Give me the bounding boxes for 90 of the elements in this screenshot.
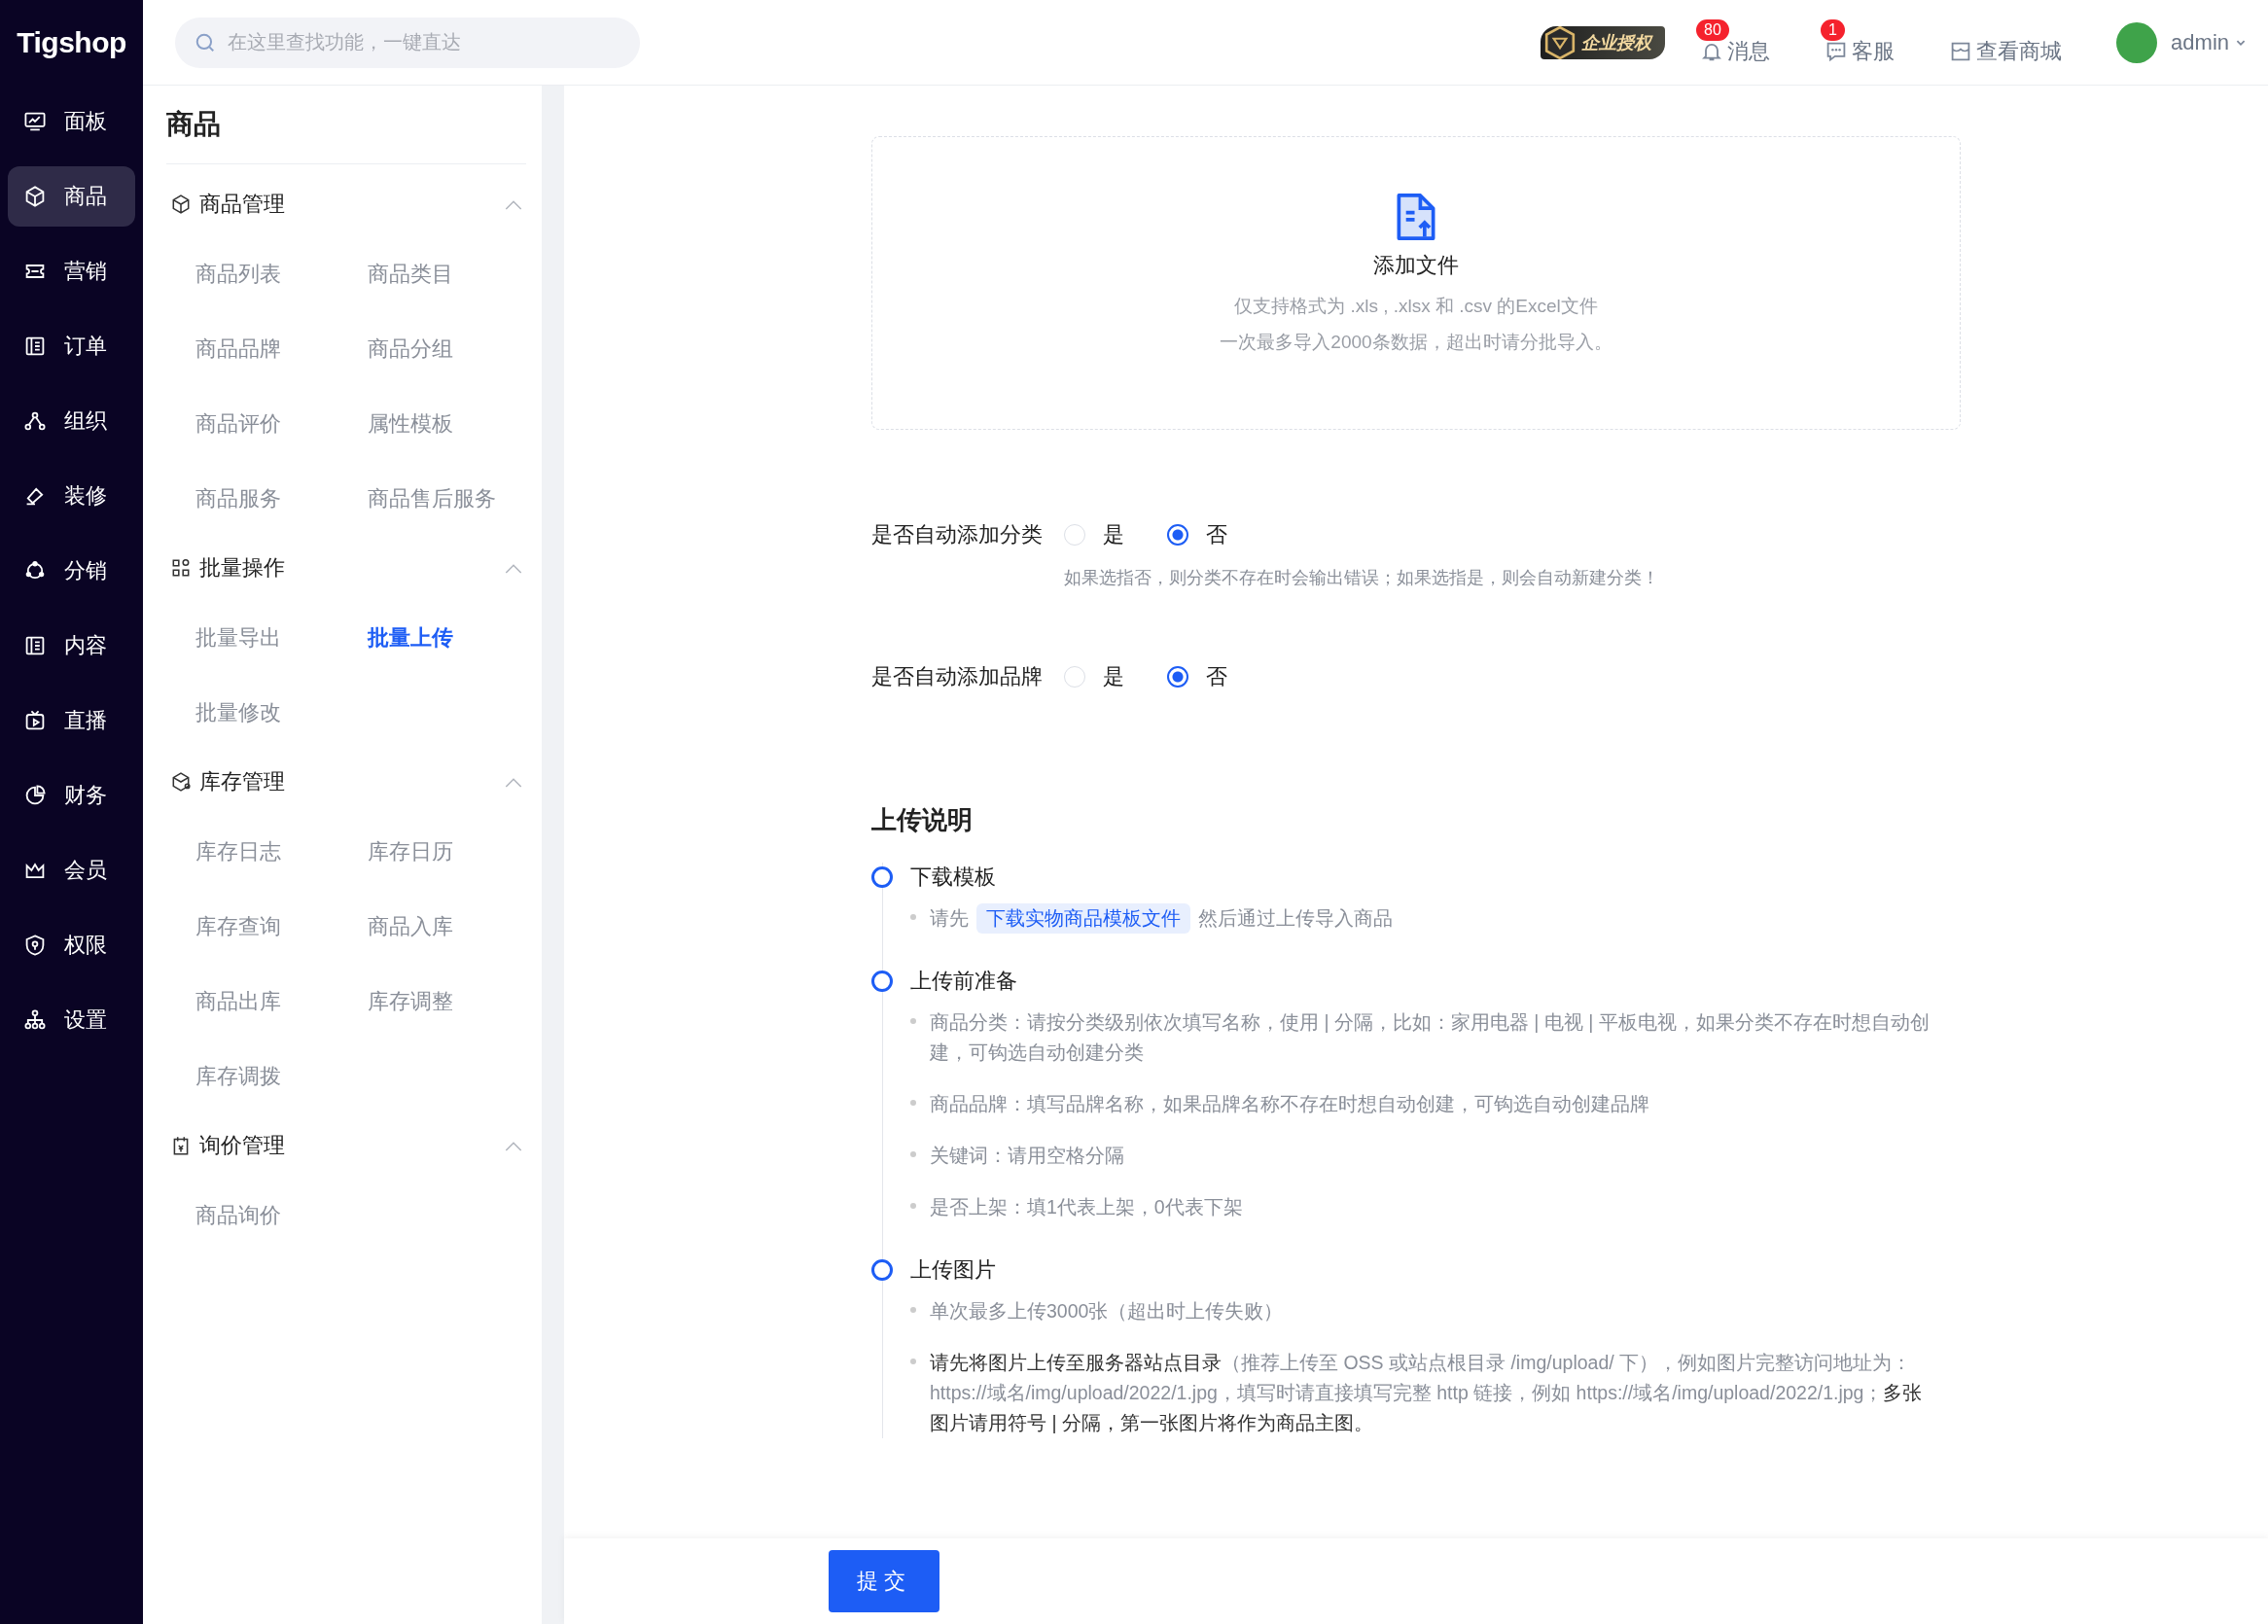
box-icon <box>23 185 47 208</box>
menu-item[interactable]: 批量修改 <box>195 675 368 750</box>
logo-text: Tigshop <box>17 25 126 59</box>
menu-item[interactable]: 批量上传 <box>368 600 526 675</box>
bullet-text: 请先将图片上传至服务器站点目录（推荐上传至 OSS 或站点根目录 /img/upload/ 下），例如图片完整访问地址为：https://域名/img/upload/2022/1.jpg，填写时请直接填写完整 http 链接，例如 https://域名/img/upload/2022/1.jpg；多张图片请用符号 | 分隔，第一张图片将作为商品主图。 <box>930 1351 1924 1435</box>
menu-item[interactable]: 属性模板 <box>368 386 526 461</box>
step-title: 上传图片 <box>910 1256 996 1284</box>
doc-icon <box>23 634 47 657</box>
bullet-text: 商品分类：请按分类级别依次填写名称，使用 | 分隔，比如：家用电器 | 电视 | 平板电视，如果分类不存在时想自动创建，可钩选自动创建分类 <box>930 1010 1931 1065</box>
menu-item[interactable]: 商品评价 <box>195 386 368 461</box>
nav-item[interactable]: 面板 <box>8 91 135 152</box>
file-drop-zone[interactable]: 添加文件 仅支持格式为 .xls , .xlsx 和 .csv 的Excel文件 一次最多导入2000条数据，超出时请分批导入。 <box>871 136 1961 430</box>
menu-group-header[interactable]: 库存管理 <box>166 750 526 814</box>
bullet-dot-icon <box>910 1018 916 1024</box>
bullet-dot-icon <box>910 1359 916 1364</box>
license-badge[interactable]: 企业授权 <box>1541 25 1666 59</box>
menu-item[interactable]: 批量导出 <box>195 600 368 675</box>
bullet-text: 然后通过上传导入商品 <box>1198 906 1393 931</box>
field-label: 是否自动添加分类 <box>871 521 1044 548</box>
tree-icon <box>23 1008 47 1032</box>
upload-hint: 仅支持格式为 .xls , .xlsx 和 .csv 的Excel文件 <box>1234 295 1598 318</box>
section-title: 上传说明 <box>871 804 974 836</box>
nav-item[interactable]: 权限 <box>8 915 135 975</box>
submit-button[interactable]: 提交 <box>829 1550 939 1612</box>
menu-group-header[interactable]: 询价管理 <box>166 1113 526 1178</box>
menu-item[interactable]: 商品入库 <box>368 889 526 964</box>
menu-item[interactable]: 商品服务 <box>195 461 368 536</box>
bullet-text: 商品品牌：填写品牌名称，如果品牌名称不存在时想自动创建，可钩选自动创建品牌 <box>930 1092 1649 1116</box>
menu-group-header[interactable]: 批量操作 <box>166 536 526 600</box>
radio-option[interactable]: 否 <box>1167 520 1227 549</box>
field-hint: 如果选指否，则分类不存在时会输出错误；如果选指是，则会自动新建分类！ <box>1064 567 1660 589</box>
shield-icon <box>23 934 47 957</box>
step-title: 上传前准备 <box>910 968 1017 995</box>
menu-item[interactable]: 商品品牌 <box>195 311 368 386</box>
play-icon <box>23 709 47 732</box>
bullet-dot-icon <box>910 1151 916 1157</box>
bullet-text: 关键词：请用空格分隔 <box>930 1144 1124 1168</box>
header-link[interactable]: 查看商城 <box>1949 18 2063 66</box>
bullet-dot-icon <box>910 1100 916 1106</box>
bullet-text: 单次最多上传3000张（超出时上传失败） <box>930 1299 1284 1324</box>
bullet-dot-icon <box>910 914 916 920</box>
user-menu[interactable]: admin <box>2171 29 2247 55</box>
nodes-icon <box>23 409 47 433</box>
upload-title: 添加文件 <box>1373 252 1459 279</box>
upload-hint: 一次最多导入2000条数据，超出时请分批导入。 <box>1220 331 1612 354</box>
diamond-shield-icon <box>1544 25 1577 59</box>
nav-item[interactable]: 分销 <box>8 541 135 601</box>
step-circle-icon <box>871 866 893 888</box>
menu-item[interactable]: 库存日历 <box>368 814 526 889</box>
nav-item[interactable]: 内容 <box>8 616 135 676</box>
pie-icon <box>23 784 47 807</box>
radio-option[interactable]: 是 <box>1064 520 1124 549</box>
nav-item[interactable]: 设置 <box>8 990 135 1050</box>
section-title: 商品 <box>166 86 526 164</box>
nav-item[interactable]: 直播 <box>8 690 135 751</box>
menu-item[interactable]: 商品列表 <box>195 236 368 311</box>
menu-group-header[interactable]: 商品管理 <box>166 172 526 236</box>
bullet-dot-icon <box>910 1203 916 1209</box>
bullet-dot-icon <box>910 1307 916 1313</box>
radio-option[interactable]: 否 <box>1167 662 1227 691</box>
menu-item[interactable]: 商品分组 <box>368 311 526 386</box>
count-badge: 1 <box>1821 18 1845 41</box>
chart-icon <box>23 110 47 133</box>
nav-item[interactable]: 营销 <box>8 241 135 301</box>
bullet-text: 是否上架：填1代表上架，0代表下架 <box>930 1195 1243 1219</box>
menu-item[interactable]: 商品出库 <box>195 964 368 1039</box>
list-icon <box>23 335 47 358</box>
menu-item[interactable]: 库存日志 <box>195 814 368 889</box>
step-circle-icon <box>871 1259 893 1281</box>
menu-item[interactable]: 库存调整 <box>368 964 526 1039</box>
search-field[interactable]: 在这里查找功能，一键直达 <box>175 17 640 68</box>
menu-item[interactable]: 商品询价 <box>195 1178 368 1253</box>
nav-item[interactable]: 组织 <box>8 391 135 451</box>
avatar-icon <box>2116 21 2158 63</box>
bullet-text: 请先 <box>930 906 969 931</box>
menu-item[interactable]: 库存调拨 <box>195 1039 368 1113</box>
menu-item[interactable]: 商品售后服务 <box>368 461 526 536</box>
menu-item[interactable]: 库存查询 <box>195 889 368 964</box>
nav-item[interactable]: 商品 <box>8 166 135 227</box>
download-link[interactable]: 下载实物商品模板文件 <box>976 903 1190 934</box>
field-label: 是否自动添加品牌 <box>871 663 1044 690</box>
nav-item[interactable]: 会员 <box>8 840 135 900</box>
count-badge: 80 <box>1696 18 1729 41</box>
step-title: 下载模板 <box>910 864 996 891</box>
nav-item[interactable]: 装修 <box>8 466 135 526</box>
step-circle-icon <box>871 971 893 992</box>
radio-option[interactable]: 是 <box>1064 662 1124 691</box>
nav-item[interactable]: 订单 <box>8 316 135 376</box>
menu-item[interactable]: 商品类目 <box>368 236 526 311</box>
nav-item[interactable]: 财务 <box>8 765 135 826</box>
